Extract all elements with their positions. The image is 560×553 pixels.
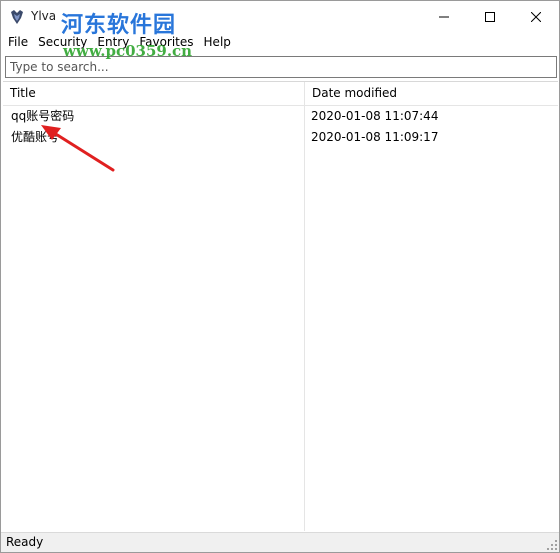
close-button[interactable] — [513, 1, 559, 32]
column-header-title[interactable]: Title — [3, 82, 304, 106]
maximize-button[interactable] — [467, 1, 513, 32]
column-divider[interactable] — [304, 82, 305, 531]
window-title: Ylva — [31, 9, 57, 23]
app-logo-icon — [11, 10, 23, 24]
watermark-url: www.pc0359.cn — [63, 42, 193, 60]
close-icon — [531, 11, 541, 22]
watermark-logo: 河东软件园 — [61, 12, 177, 38]
entry-title: 优酷账号 — [11, 130, 60, 144]
entry-title: qq账号密码 — [11, 109, 75, 123]
menu-help[interactable]: Help — [200, 33, 235, 51]
column-header-date-modified[interactable]: Date modified — [305, 82, 558, 106]
maximize-icon — [485, 11, 495, 22]
entry-date: 2020-01-08 11:09:17 — [311, 130, 439, 144]
table-row[interactable]: qq账号密码 2020-01-08 11:07:44 — [3, 106, 558, 127]
list-header: Title Date modified — [3, 82, 558, 106]
menu-file[interactable]: File — [4, 33, 32, 51]
entry-list[interactable]: Title Date modified qq账号密码 2020-01-08 11… — [3, 81, 558, 531]
minimize-icon — [439, 16, 449, 17]
minimize-button[interactable] — [421, 1, 467, 32]
app-window: Ylva File Security Entry Favorites Help … — [0, 0, 560, 553]
table-row[interactable]: 优酷账号 2020-01-08 11:09:17 — [3, 127, 558, 148]
status-bar: Ready — [1, 532, 559, 552]
resize-grip-icon[interactable] — [547, 540, 557, 550]
status-text: Ready — [6, 535, 44, 549]
entry-date: 2020-01-08 11:07:44 — [311, 109, 439, 123]
